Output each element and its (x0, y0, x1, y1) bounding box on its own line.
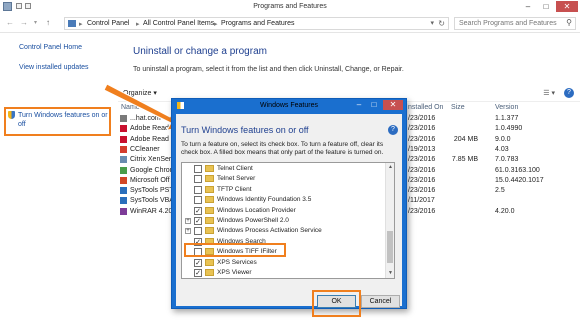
feature-label: TFTP Client (217, 185, 252, 193)
feature-item[interactable]: Telnet Client (182, 164, 386, 175)
folder-icon (205, 258, 214, 266)
feature-label: Telnet Client (217, 165, 253, 172)
feature-label: Windows Process Activation Service (217, 227, 322, 235)
help-icon[interactable]: ? (388, 125, 398, 135)
windows-search-highlight (184, 243, 286, 257)
feature-label: Windows Identity Foundation 3.5 (217, 196, 312, 204)
ok-button[interactable]: OK (317, 295, 356, 308)
feature-label: Windows PowerShell 2.0 (217, 217, 289, 224)
feature-item[interactable]: + ✓ Windows PowerShell 2.0 (182, 216, 386, 227)
feature-item[interactable]: ✓ XPS Viewer (182, 268, 386, 278)
feature-item[interactable]: Telnet Server (182, 174, 386, 185)
dialog-maximize-button[interactable]: □ (367, 100, 381, 110)
feature-label: XPS Services (217, 258, 257, 266)
scroll-up-icon[interactable]: ▲ (386, 163, 394, 172)
cancel-button[interactable]: Cancel (361, 295, 400, 308)
scroll-thumb[interactable] (387, 231, 393, 263)
folder-icon (205, 269, 214, 276)
scroll-down-icon[interactable]: ▼ (386, 269, 394, 278)
feature-checkbox[interactable] (194, 185, 202, 194)
feature-checkbox[interactable]: ✓ (194, 258, 202, 267)
dialog-body: Turn Windows features on or off ? To tur… (176, 114, 402, 317)
dialog-close-button[interactable]: ✕ (383, 100, 403, 110)
feature-tree[interactable]: Telnet Client Telnet Server TFTP Client Win… (181, 162, 395, 279)
feature-label: Windows Location Provider (217, 206, 296, 214)
feature-label: XPS Viewer (217, 269, 252, 276)
folder-icon (205, 185, 214, 193)
feature-item[interactable]: ✓ XPS Services (182, 258, 386, 269)
feature-scrollbar[interactable]: ▲ ▼ (385, 163, 394, 278)
folder-icon (205, 227, 214, 235)
feature-item[interactable]: ✓ Windows Location Provider (182, 206, 386, 217)
feature-item[interactable]: TFTP Client (182, 185, 386, 196)
folder-icon (205, 175, 214, 183)
feature-checkbox[interactable]: ✓ (194, 206, 202, 215)
feature-checkbox[interactable] (194, 165, 202, 173)
feature-checkbox[interactable] (194, 175, 202, 184)
folder-icon (205, 165, 214, 172)
windows-features-dialog: Windows Features – □ ✕ Turn Windows feat… (171, 98, 407, 317)
expand-icon[interactable]: + (185, 228, 191, 235)
dialog-heading: Turn Windows features on or off (181, 125, 309, 135)
feature-label: Telnet Server (217, 175, 256, 183)
feature-checkbox[interactable] (194, 196, 202, 205)
folder-icon (205, 196, 214, 204)
feature-checkbox[interactable]: ✓ (194, 217, 202, 225)
folder-icon (205, 206, 214, 214)
feature-item[interactable]: Windows Identity Foundation 3.5 (182, 195, 386, 206)
folder-icon (205, 217, 214, 224)
dialog-description: To turn a feature on, select its check b… (181, 141, 384, 156)
expand-icon[interactable]: + (185, 218, 191, 224)
feature-checkbox[interactable] (194, 227, 202, 236)
dialog-minimize-button[interactable]: – (352, 100, 366, 110)
feature-checkbox[interactable]: ✓ (194, 269, 202, 277)
feature-item[interactable]: + Windows Process Activation Service (182, 226, 386, 237)
